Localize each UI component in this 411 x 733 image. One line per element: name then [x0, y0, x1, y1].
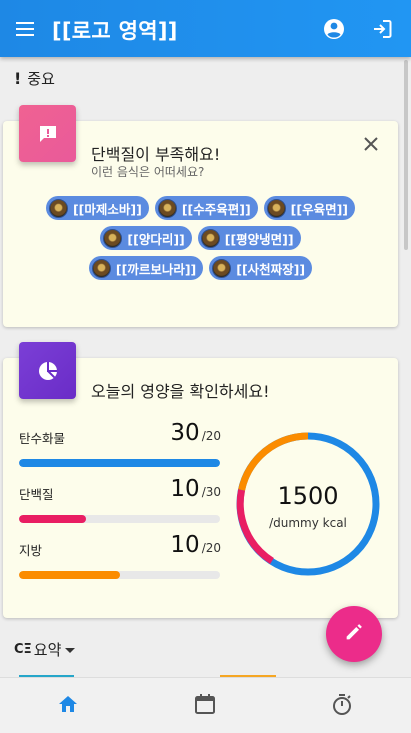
food-chip-label: [[우육면]] — [290, 201, 349, 217]
calorie-unit: /dummy kcal — [269, 516, 347, 530]
calorie-value: 1500 — [277, 482, 339, 510]
important-header: ! 중요 — [14, 68, 55, 89]
protein-card-subtitle: 이런 음식은 어떠세요? — [91, 165, 205, 179]
close-icon[interactable] — [360, 133, 382, 155]
food-chip[interactable]: [[수주육편]] — [154, 196, 258, 220]
nutrient-progress-fill — [19, 515, 86, 523]
pie-chart-icon — [19, 342, 76, 399]
food-chip-label: [[양다리]] — [127, 231, 185, 247]
nutrient-progress-bar — [19, 515, 220, 523]
nutrient-label: 탄수화물 — [19, 431, 66, 446]
scrollbar[interactable] — [404, 60, 408, 250]
nutrient-amount: 30 — [170, 420, 200, 446]
food-chip[interactable]: [[사천짜장]] — [209, 256, 313, 280]
nutrient-value: 10/20 — [170, 532, 221, 558]
summary-label: 요약 — [33, 641, 62, 659]
nutrient-progress-bar — [19, 459, 220, 467]
food-chip[interactable]: [[평양냉면]] — [197, 226, 301, 250]
exclamation-icon: ! — [14, 69, 22, 88]
logo-title: [[로고 영역]] — [52, 19, 178, 43]
nutrient-label: 단백질 — [19, 487, 54, 502]
food-thumbnail-icon — [266, 198, 286, 218]
important-label: 중요 — [27, 70, 55, 88]
food-thumbnail-icon — [91, 258, 111, 278]
food-thumbnail-icon — [103, 228, 123, 248]
account-circle-icon[interactable] — [322, 17, 346, 41]
summary-icon: ⅭΞ — [14, 642, 32, 657]
nutrient-target: /30 — [201, 485, 221, 499]
food-chip-label: [[사천짜장]] — [236, 261, 306, 277]
nutrient-value: 30/20 — [170, 420, 221, 446]
food-chip-label: [[수주육편]] — [181, 201, 251, 217]
food-chip[interactable]: [[우육면]] — [263, 196, 356, 220]
nutrient-target: /20 — [201, 429, 221, 443]
arrow-drop-down-icon — [63, 641, 77, 659]
nutrient-progress-fill — [19, 459, 220, 467]
timer-icon[interactable] — [330, 692, 354, 716]
pencil-icon — [343, 621, 365, 647]
bottom-navigation — [0, 677, 411, 733]
nutrient-label: 지방 — [19, 543, 43, 558]
home-icon[interactable] — [56, 692, 80, 716]
nutrient-progress-fill — [19, 571, 120, 579]
food-chip-label: [[까르보나라]] — [115, 261, 197, 277]
nutrient-progress-bar — [19, 571, 220, 579]
food-thumbnail-icon — [212, 258, 232, 278]
food-chip[interactable]: [[마제소바]] — [45, 196, 149, 220]
app-bar: [[로고 영역]] — [0, 0, 411, 57]
alert-message-icon — [19, 105, 76, 162]
nutrient-target: /20 — [201, 541, 221, 555]
nutrient-amount: 10 — [170, 476, 200, 502]
food-chip[interactable]: [[까르보나라]] — [88, 256, 204, 280]
calendar-icon[interactable] — [193, 692, 217, 716]
food-chip[interactable]: [[양다리]] — [100, 226, 192, 250]
summary-header[interactable]: ⅭΞ 요약 — [14, 639, 77, 660]
food-chip-label: [[평양냉면]] — [224, 231, 294, 247]
menu-icon[interactable] — [14, 17, 38, 41]
logout-icon[interactable] — [370, 17, 394, 41]
food-thumbnail-icon — [48, 198, 68, 218]
edit-fab[interactable] — [326, 606, 382, 662]
protein-card-title: 단백질이 부족해요! — [91, 145, 221, 164]
nutrient-amount: 10 — [170, 532, 200, 558]
nutrient-value: 10/30 — [170, 476, 221, 502]
food-suggestion-list: [[마제소바]] [[수주육편]] [[우육면]] [[양다리]] [[평양냉면]] [[… — [3, 196, 398, 280]
nutrition-card-title: 오늘의 영양을 확인하세요! — [91, 382, 270, 401]
food-thumbnail-icon — [157, 198, 177, 218]
food-chip-label: [[마제소바]] — [72, 201, 142, 217]
food-thumbnail-icon — [200, 228, 220, 248]
